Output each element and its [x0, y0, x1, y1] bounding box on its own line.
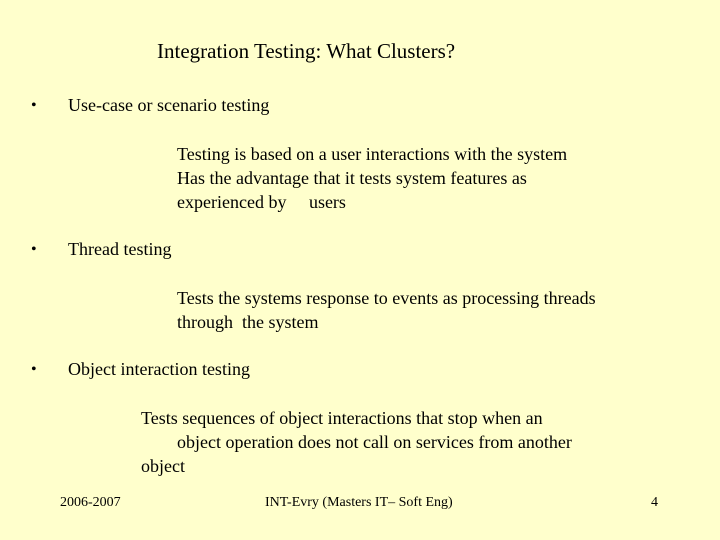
- bullet-detail: Testing is based on a user interactions …: [177, 142, 567, 214]
- detail-line: object operation does not call on servic…: [177, 432, 572, 452]
- page-number: 4: [651, 495, 658, 510]
- bullet-detail: Tests the systems response to events as …: [177, 286, 596, 334]
- footer-center: INT-Evry (Masters IT– Soft Eng): [265, 495, 453, 510]
- bullet-detail: Tests sequences of object interactions t…: [141, 406, 572, 478]
- detail-line: Tests the systems response to events as …: [177, 288, 596, 308]
- bullet-label: Thread testing: [68, 239, 172, 259]
- slide-title: Integration Testing: What Clusters?: [157, 39, 456, 63]
- bullet-icon: •: [31, 97, 37, 114]
- detail-line: object: [141, 456, 185, 476]
- detail-line: Testing is based on a user interactions …: [177, 144, 568, 164]
- detail-line: Tests sequences of object interactions t…: [141, 408, 543, 428]
- bullet-icon: •: [31, 361, 37, 378]
- bullet-icon: •: [31, 241, 37, 258]
- detail-line: Has the advantage that it tests system f…: [177, 168, 527, 188]
- bullet-label: Use-case or scenario testing: [68, 95, 270, 115]
- detail-line: experienced by users: [177, 192, 346, 212]
- bullet-label: Object interaction testing: [68, 359, 250, 379]
- detail-line: through the system: [177, 312, 319, 332]
- footer-date: 2006-2007: [60, 495, 121, 510]
